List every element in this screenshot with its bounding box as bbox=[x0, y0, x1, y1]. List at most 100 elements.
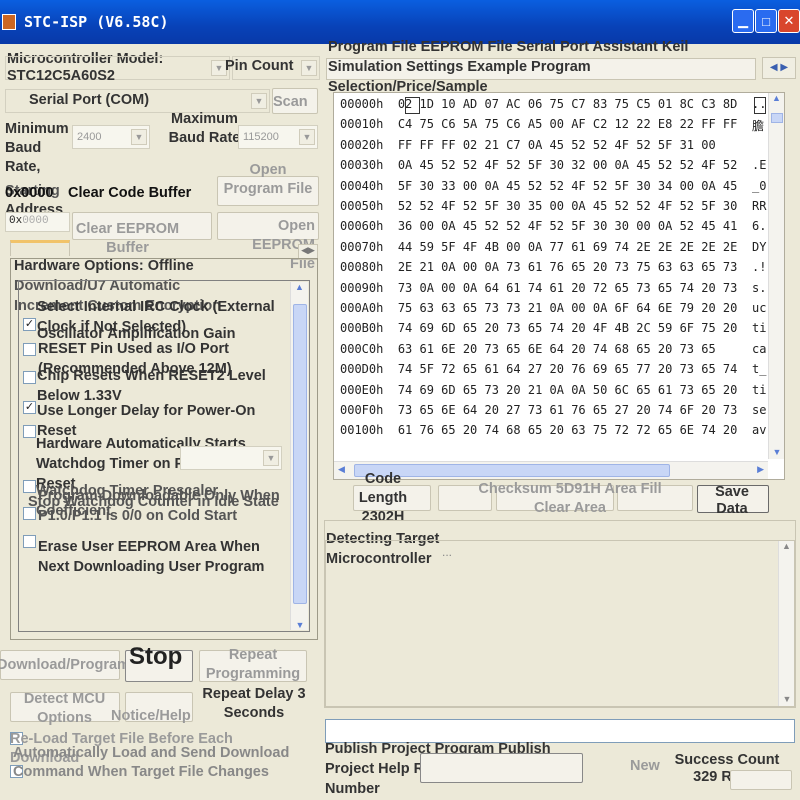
hex-bytes: 2E 21 0A 00 0A 73 61 76 65 20 73 75 63 6… bbox=[397, 260, 738, 275]
checksum-label: Checksum 5D91H Area Fill Clear Area bbox=[478, 481, 662, 516]
hex-ascii: DY bbox=[752, 239, 767, 254]
min-baud-select[interactable]: 2400 ▼ bbox=[72, 125, 150, 149]
hex-ascii: .! bbox=[752, 260, 767, 275]
hex-address: 00030h bbox=[340, 158, 384, 173]
hex-address: 00060h bbox=[340, 219, 384, 234]
reset-count-button[interactable] bbox=[730, 770, 792, 790]
hex-ascii: ti bbox=[752, 321, 767, 336]
opt-reset2-checkbox[interactable] bbox=[23, 371, 36, 384]
max-baud-value: 115200 bbox=[243, 131, 279, 143]
hex-address: 000C0h bbox=[340, 341, 384, 356]
min-baud-label: Minimum Baud Rate, bbox=[5, 121, 69, 175]
hex-bytes: 75 63 63 65 73 73 21 0A 00 0A 6F 64 6E 7… bbox=[397, 301, 738, 315]
hex-vscrollbar[interactable]: ▲ ▼ bbox=[768, 93, 784, 459]
hex-bytes: 73 0A 00 0A 64 61 74 61 20 72 65 73 65 7… bbox=[397, 280, 738, 295]
hex-view[interactable]: 00000h 02 1D 10 AD 07 AC 06 75 C7 83 75 … bbox=[333, 92, 785, 480]
hex-vscroll-thumb[interactable] bbox=[771, 113, 783, 123]
hex-address: 00010h bbox=[340, 117, 384, 132]
hex-address: 00080h bbox=[340, 260, 384, 275]
hex-address: 000D0h bbox=[340, 362, 384, 377]
close-icon: ✕ bbox=[783, 13, 795, 28]
scroll-down-icon[interactable]: ▼ bbox=[291, 620, 309, 630]
scroll-up-icon[interactable]: ▲ bbox=[779, 541, 794, 551]
pin-count-label: Pin Count bbox=[225, 58, 294, 74]
min-baud-value: 2400 bbox=[77, 131, 102, 143]
maximize-button[interactable]: □ bbox=[755, 9, 777, 33]
hex-address: 00090h bbox=[340, 280, 384, 295]
addr-value: 0000 bbox=[22, 215, 49, 227]
addr-prefix: 0x bbox=[9, 215, 23, 227]
hex-row: 00050h 52 52 4F 52 5F 30 35 00 0A 45 52 … bbox=[340, 199, 737, 213]
hex-row: 00040h 5F 30 33 00 0A 45 52 52 4F 52 5F … bbox=[340, 179, 737, 193]
tab-strip-line2[interactable]: Simulation Settings Example Program bbox=[328, 59, 591, 75]
hex-address: 000F0h bbox=[340, 403, 384, 417]
tab-scroll-buttons[interactable]: ◀ ▶ bbox=[762, 57, 796, 79]
opt-internal-irc-checkbox[interactable]: ✓ bbox=[23, 318, 36, 331]
new-label: New bbox=[630, 758, 660, 774]
download-program-label: Download/Program bbox=[0, 657, 130, 673]
wdt-prescaler-select[interactable]: ▼ bbox=[180, 446, 282, 470]
hw-title-line: Hardware Options: Offline bbox=[14, 258, 194, 274]
opt-watchdog-checkbox[interactable] bbox=[23, 425, 36, 438]
opt-erase-eeprom-checkbox[interactable] bbox=[23, 535, 36, 548]
hex-address: 00050h bbox=[340, 199, 384, 213]
hex-bytes: FF FF FF 02 21 C7 0A 45 52 52 4F 52 5F 3… bbox=[397, 137, 716, 152]
chevron-down-icon: ▼ bbox=[301, 60, 317, 76]
mcu-model-value: STC12C5A60S2 bbox=[7, 68, 115, 84]
serial-port-label: Serial Port (COM) bbox=[29, 92, 150, 108]
hex-bytes: 5F 30 33 00 0A 45 52 52 4F 52 5F 30 34 0… bbox=[397, 178, 738, 193]
hex-row: 000C0h 63 61 6E 20 73 65 6E 64 20 74 68 … bbox=[340, 342, 716, 356]
hex-row: 00090h 73 0A 00 0A 64 61 74 61 20 72 65 … bbox=[340, 281, 737, 295]
hex-ascii: .E bbox=[752, 158, 767, 173]
scroll-right-icon[interactable]: ▶ bbox=[757, 464, 764, 475]
hex-address: 00070h bbox=[340, 239, 384, 254]
hex-row: 00100h 61 76 65 20 74 68 65 20 63 75 72 … bbox=[340, 423, 737, 437]
repeat-programming-label: Repeat Programming bbox=[205, 647, 301, 682]
hex-row: 00010h C4 75 C6 5A 75 C6 A5 00 AF C2 12 … bbox=[340, 117, 737, 131]
detect-dots: ... bbox=[442, 545, 453, 559]
scroll-up-icon[interactable]: ▲ bbox=[291, 282, 308, 298]
hw-scroll-thumb[interactable] bbox=[293, 304, 307, 604]
opt-long-delay-checkbox[interactable]: ✓ bbox=[23, 401, 36, 414]
hex-ascii: _0 bbox=[752, 178, 767, 193]
opt-p1-download-checkbox[interactable] bbox=[23, 507, 36, 520]
scroll-up-icon[interactable]: ▲ bbox=[769, 93, 784, 103]
hex-bytes: 0A 45 52 52 4F 52 5F 30 32 00 0A 45 52 5… bbox=[397, 158, 738, 173]
hw-tab-selected[interactable] bbox=[10, 240, 70, 256]
log-scrollbar[interactable]: ▲ ▼ bbox=[778, 541, 794, 706]
hex-bytes: C4 75 C6 5A 75 C6 A5 00 AF C2 12 22 E8 2… bbox=[397, 117, 738, 132]
read-disk-button[interactable] bbox=[420, 753, 583, 783]
max-baud-select[interactable]: 115200 ▼ bbox=[238, 125, 318, 149]
tab-arrows-icon: ◀▶ bbox=[301, 245, 315, 255]
hex-address: 00100h bbox=[340, 423, 384, 438]
scroll-down-icon[interactable]: ▼ bbox=[769, 447, 785, 457]
hex-address: 00000h bbox=[340, 97, 384, 111]
hex-row: 000B0h 74 69 6D 65 20 73 65 74 20 4F 4B … bbox=[340, 321, 737, 335]
hw-scrollbar[interactable]: ▲ ▼ bbox=[290, 282, 308, 630]
chevron-down-icon: ▼ bbox=[251, 93, 267, 109]
hex-address: 00020h bbox=[340, 137, 384, 152]
close-button[interactable]: ✕ bbox=[778, 9, 800, 33]
scroll-down-icon[interactable]: ▼ bbox=[779, 694, 795, 704]
hex-ascii: ca bbox=[752, 341, 767, 356]
tab-strip-line1[interactable]: Program File EEPROM File Serial Port Ass… bbox=[328, 39, 688, 55]
clear-eeprom-label: Clear EEPROM Buffer bbox=[75, 221, 180, 256]
hex-row: 000F0h 73 65 6E 64 20 27 73 61 76 65 27 … bbox=[340, 403, 737, 417]
hex-row: 000A0h 75 63 63 65 73 73 21 0A 00 0A 6F … bbox=[340, 301, 737, 315]
log-output[interactable]: ... ▲ ▼ bbox=[325, 540, 795, 707]
hex-bytes: 74 69 6D 65 73 20 21 0A 0A 50 6C 65 61 7… bbox=[397, 382, 738, 397]
opt-reset-io-checkbox[interactable] bbox=[23, 343, 36, 356]
chevron-down-icon: ▼ bbox=[299, 129, 315, 145]
hex-ascii: RR bbox=[752, 199, 767, 213]
minimize-icon: ▁ bbox=[738, 13, 748, 28]
chevron-down-icon: ▼ bbox=[263, 450, 279, 466]
window-title: STC-ISP (V6.58C) bbox=[24, 13, 169, 31]
clear-code-buffer-label[interactable]: Clear Code Buffer bbox=[68, 184, 191, 203]
hex-row: 00000h 02 1D 10 AD 07 AC 06 75 C7 83 75 … bbox=[340, 97, 737, 111]
hex-ascii: av bbox=[752, 423, 767, 438]
title-bar: STC-ISP (V6.58C) bbox=[0, 0, 800, 44]
hex-ascii: .. bbox=[752, 97, 767, 111]
minimize-button[interactable]: ▁ bbox=[732, 9, 754, 33]
detect-mcu-label: Detect MCU Options bbox=[23, 691, 106, 726]
hex-bytes: 73 65 6E 64 20 27 73 61 76 65 27 20 74 6… bbox=[397, 403, 738, 417]
